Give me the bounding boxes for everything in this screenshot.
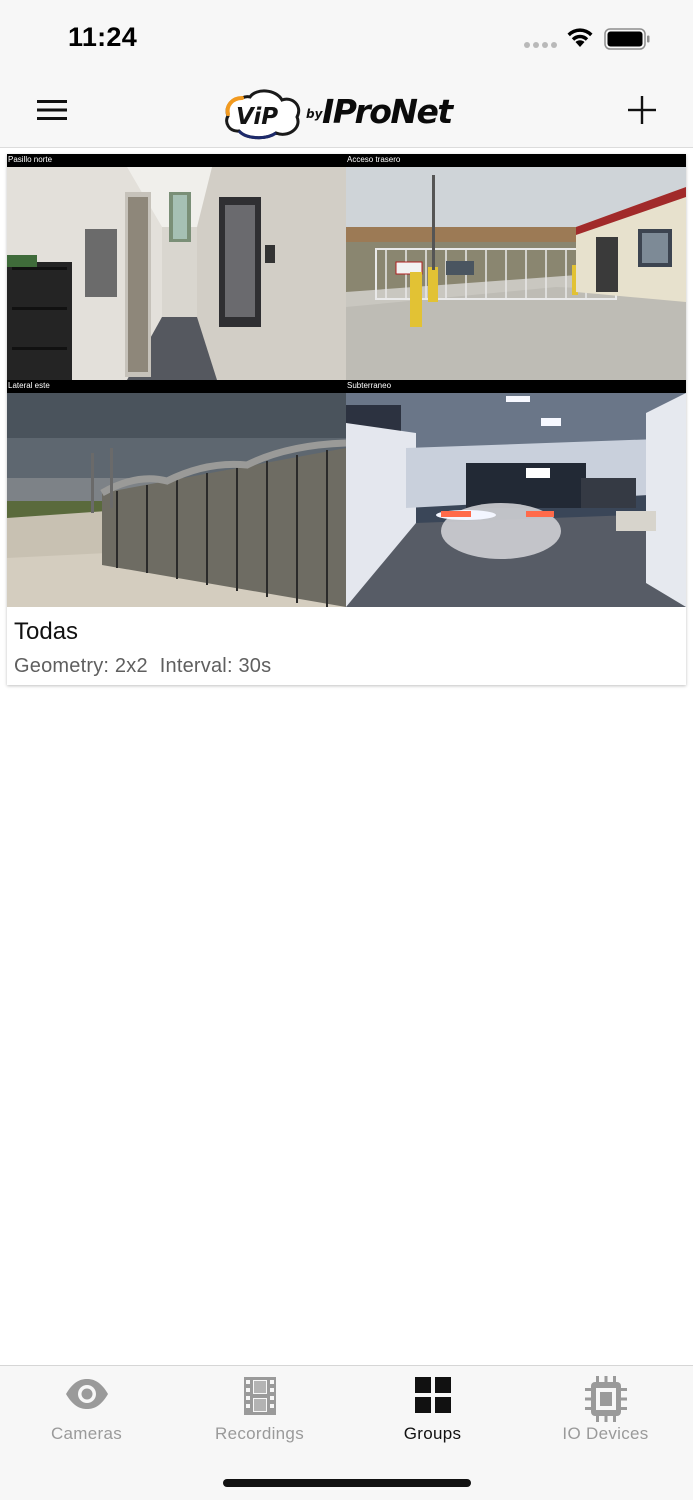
group-card[interactable]: Pasillo norte Acceso trasero Lateral est… — [7, 154, 686, 685]
camera-grid-preview: Pasillo norte Acceso trasero Lateral est… — [7, 154, 686, 607]
tab-recordings[interactable]: Recordings — [173, 1366, 346, 1456]
chip-icon — [584, 1376, 627, 1422]
group-name: Todas — [14, 618, 79, 645]
menu-button[interactable] — [34, 92, 70, 128]
camera-preview-cell: Pasillo norte — [7, 154, 346, 380]
tab-label: Groups — [403, 1424, 462, 1443]
status-bar: 11:24 — [0, 0, 693, 70]
status-time: 11:24 — [68, 22, 138, 52]
camera-label: Subterraneo — [346, 380, 686, 393]
eye-icon — [65, 1379, 108, 1409]
camera-label: Lateral este — [7, 380, 346, 393]
add-group-button[interactable] — [624, 92, 660, 128]
tab-label: Recordings — [215, 1424, 304, 1443]
tab-groups[interactable]: Groups — [346, 1366, 519, 1456]
tab-label: IO Devices — [562, 1424, 649, 1443]
group-geometry: Geometry: 2x2 — [14, 655, 148, 677]
hallway-camera-image — [7, 167, 346, 380]
wifi-icon — [567, 28, 593, 47]
underground-camera-image — [346, 393, 686, 607]
camera-preview-cell: Subterraneo — [346, 380, 686, 607]
home-indicator — [223, 1479, 471, 1487]
grid-icon — [414, 1377, 451, 1413]
logo-vip-text: ViP — [236, 104, 278, 130]
cellular-signal-icon — [524, 42, 557, 48]
vip-ipronet-logo: ViP by IProNet — [222, 84, 472, 142]
rear-access-camera-image — [346, 167, 686, 380]
group-details: Geometry: 2x2 Interval: 30s — [14, 655, 271, 678]
film-icon — [243, 1377, 276, 1415]
camera-label: Pasillo norte — [7, 154, 346, 167]
group-interval: Interval: 30s — [159, 655, 272, 677]
tab-io-devices[interactable]: IO Devices — [519, 1366, 692, 1456]
battery-icon — [604, 28, 650, 50]
camera-label: Acceso trasero — [346, 154, 686, 167]
navigation-bar: ViP by IProNet — [0, 70, 693, 148]
plus-icon — [628, 96, 656, 124]
tab-bar: Cameras Recordings Groups IO Devices — [0, 1365, 693, 1500]
east-side-camera-image — [7, 393, 346, 607]
groups-screen: 11:24 ViP by IProNet Pasillo norte Acces… — [0, 0, 693, 1500]
hamburger-menu-icon — [37, 100, 67, 120]
tab-label: Cameras — [50, 1424, 123, 1443]
logo-ipronet-text: IProNet — [322, 92, 453, 131]
tab-cameras[interactable]: Cameras — [0, 1366, 173, 1456]
logo-by-text: by — [306, 107, 323, 121]
camera-preview-cell: Acceso trasero — [346, 154, 686, 380]
camera-preview-cell: Lateral este — [7, 380, 346, 607]
